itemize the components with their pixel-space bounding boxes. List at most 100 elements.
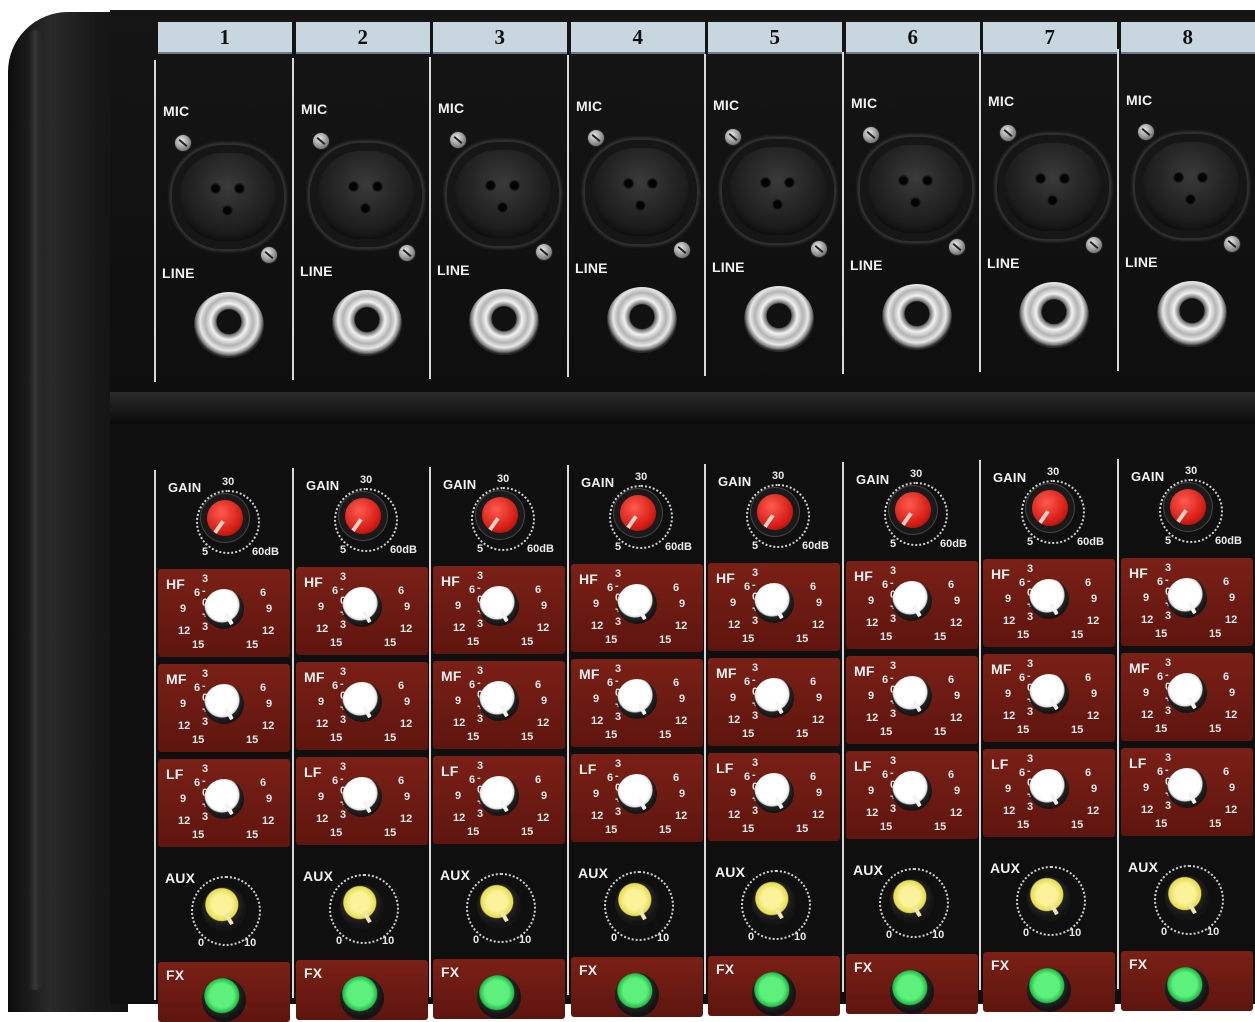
eq-mark-15: 15 bbox=[1155, 628, 1168, 640]
line-input-jack[interactable] bbox=[1157, 281, 1227, 347]
gain-knob[interactable] bbox=[1032, 490, 1068, 526]
eq-hf-knob[interactable] bbox=[754, 583, 794, 623]
eq-mark-9: 9 bbox=[954, 595, 961, 607]
line-input-jack[interactable] bbox=[607, 287, 677, 353]
eq-hf-knob[interactable] bbox=[342, 587, 382, 627]
line-input-jack[interactable] bbox=[744, 286, 814, 352]
aux-knob[interactable] bbox=[752, 881, 796, 925]
eq-hf-knob[interactable] bbox=[1167, 578, 1207, 618]
xlr-mic-input[interactable] bbox=[858, 135, 974, 243]
fx-knob[interactable] bbox=[340, 976, 384, 1020]
eq-mark-15: 15 bbox=[742, 633, 755, 645]
eq-hf-knob[interactable] bbox=[1029, 579, 1069, 619]
eq-lf-knob[interactable] bbox=[617, 774, 657, 814]
eq-hf-knob[interactable] bbox=[204, 589, 244, 629]
aux-max-mark: 10 bbox=[932, 929, 945, 941]
aux-knob[interactable] bbox=[202, 887, 246, 931]
strip-divider-lower bbox=[842, 462, 844, 992]
eq-mf-knob[interactable] bbox=[892, 676, 932, 716]
eq-mark-12: 12 bbox=[591, 810, 604, 822]
xlr-pin-icon bbox=[360, 203, 371, 214]
eq-lf-knob[interactable] bbox=[1167, 768, 1207, 808]
eq-mf-label: MF bbox=[854, 663, 875, 679]
xlr-mic-input[interactable] bbox=[583, 138, 699, 246]
gain-knob[interactable] bbox=[1170, 489, 1206, 525]
xlr-mic-input[interactable] bbox=[445, 140, 561, 248]
line-input-jack[interactable] bbox=[194, 292, 264, 358]
eq-mark-15: 15 bbox=[934, 631, 947, 643]
eq-lf-label: LF bbox=[579, 761, 597, 777]
aux-max-mark: 10 bbox=[1207, 926, 1220, 938]
eq-mf-knob[interactable] bbox=[204, 684, 244, 724]
screw-icon bbox=[724, 128, 742, 146]
eq-mark-6: 6 bbox=[744, 676, 751, 688]
gain-knob[interactable] bbox=[895, 492, 931, 528]
eq-mf-knob[interactable] bbox=[617, 679, 657, 719]
aux-knob[interactable] bbox=[340, 885, 384, 929]
eq-lf-label: LF bbox=[166, 766, 184, 782]
eq-mark-15: 15 bbox=[384, 637, 397, 649]
eq-mf-knob[interactable] bbox=[479, 681, 519, 721]
fx-knob[interactable] bbox=[477, 975, 521, 1019]
eq-hf-label: HF bbox=[1129, 565, 1149, 581]
eq-mf-knob[interactable] bbox=[342, 682, 382, 722]
eq-mark-6: 6 bbox=[882, 769, 889, 781]
fx-label: FX bbox=[441, 964, 460, 980]
fx-knob[interactable] bbox=[890, 970, 934, 1014]
gain-knob[interactable] bbox=[620, 495, 656, 531]
line-input-jack[interactable] bbox=[1019, 282, 1089, 348]
eq-lf-knob[interactable] bbox=[342, 777, 382, 817]
gain-knob[interactable] bbox=[345, 498, 381, 534]
gain-knob[interactable] bbox=[482, 497, 518, 533]
fx-knob[interactable] bbox=[1027, 968, 1071, 1012]
aux-knob[interactable] bbox=[1165, 876, 1209, 920]
eq-mark-12: 12 bbox=[591, 715, 604, 727]
strip-divider-left bbox=[154, 60, 156, 382]
fx-knob[interactable] bbox=[615, 973, 659, 1017]
xlr-mic-input[interactable] bbox=[720, 137, 836, 245]
aux-label: AUX bbox=[715, 864, 746, 880]
line-input-jack[interactable] bbox=[332, 290, 402, 356]
aux-knob[interactable] bbox=[890, 879, 934, 923]
xlr-mic-input[interactable] bbox=[1133, 132, 1249, 240]
xlr-mic-input[interactable] bbox=[170, 143, 286, 251]
eq-mf-knob[interactable] bbox=[1029, 674, 1069, 714]
gain-label: GAIN bbox=[856, 472, 890, 487]
mic-label: MIC bbox=[576, 98, 603, 114]
eq-mark-12: 12 bbox=[866, 617, 879, 629]
fx-knob[interactable] bbox=[752, 972, 796, 1016]
gain-knob[interactable] bbox=[757, 494, 793, 530]
mic-label: MIC bbox=[988, 93, 1015, 109]
eq-mf-knob[interactable] bbox=[1167, 673, 1207, 713]
fx-knob[interactable] bbox=[1165, 967, 1209, 1011]
eq-lf-knob[interactable] bbox=[204, 779, 244, 819]
eq-mark-6: 6 bbox=[810, 771, 817, 783]
eq-lf-knob[interactable] bbox=[892, 771, 932, 811]
xlr-mic-input[interactable] bbox=[995, 133, 1111, 241]
eq-hf-knob[interactable] bbox=[892, 581, 932, 621]
xlr-mic-input[interactable] bbox=[308, 141, 424, 249]
eq-lf-knob[interactable] bbox=[1029, 769, 1069, 809]
eq-lf-knob[interactable] bbox=[479, 776, 519, 816]
aux-knob[interactable] bbox=[1027, 877, 1071, 921]
aux-knob[interactable] bbox=[477, 884, 521, 928]
eq-mark-9: 9 bbox=[730, 787, 737, 799]
eq-mark-12: 12 bbox=[866, 712, 879, 724]
channel-number-header: 2 bbox=[296, 22, 430, 54]
eq-mark-6: 6 bbox=[1019, 672, 1026, 684]
eq-lf-knob[interactable] bbox=[754, 773, 794, 813]
aux-knob[interactable] bbox=[615, 882, 659, 926]
eq-lf-label: LF bbox=[1129, 755, 1147, 771]
eq-mark-9: 9 bbox=[868, 785, 875, 797]
line-input-jack[interactable] bbox=[469, 289, 539, 355]
channel-number: 6 bbox=[907, 24, 919, 49]
gain-max-mark: 60dB bbox=[252, 546, 279, 558]
eq-hf-knob[interactable] bbox=[617, 584, 657, 624]
fx-knob[interactable] bbox=[202, 978, 246, 1022]
gain-knob[interactable] bbox=[207, 500, 243, 536]
line-input-jack[interactable] bbox=[882, 284, 952, 350]
eq-mf-knob[interactable] bbox=[754, 678, 794, 718]
eq-mf-label: MF bbox=[991, 661, 1012, 677]
eq-mark-6: 6 bbox=[882, 579, 889, 591]
eq-hf-knob[interactable] bbox=[479, 586, 519, 626]
